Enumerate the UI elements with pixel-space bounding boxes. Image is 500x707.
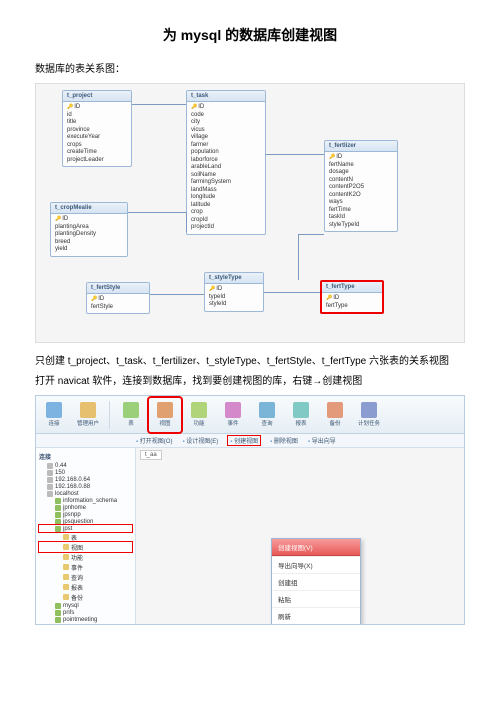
navicat-window: 连接 管理用户 表 视图 功能 事件 查询 报表 备份 计划任务 打开视图(O)…: [35, 395, 465, 625]
context-menu: 创建视图(V) 导出向导(X) 创建组 粘贴 刷新: [271, 538, 361, 625]
entity-cropmealie: t_cropMealie IDplantingAreaplantingDensi…: [50, 202, 128, 257]
entity-fertstyle: t_fertStyle IDfertStyle: [86, 282, 150, 314]
entity-project: t_project IDidtitleprovinceexecuteYearcr…: [62, 90, 132, 167]
tb-schedule[interactable]: 计划任务: [353, 398, 385, 432]
main-tab[interactable]: t_aa: [140, 450, 162, 460]
connection-tree[interactable]: 连接 0.44150192.168.0.64192.168.0.88localh…: [36, 448, 136, 624]
tb-table[interactable]: 表: [115, 398, 147, 432]
main-toolbar: 连接 管理用户 表 视图 功能 事件 查询 报表 备份 计划任务: [36, 396, 464, 434]
tb-query[interactable]: 查询: [251, 398, 283, 432]
tb-connect[interactable]: 连接: [38, 398, 70, 432]
ctx-export[interactable]: 导出向导(X): [272, 556, 360, 573]
ctx-group[interactable]: 创建组: [272, 573, 360, 590]
entity-ferttype: t_fertType IDfertType: [320, 280, 384, 314]
sub-export[interactable]: 导出向导: [308, 436, 336, 445]
tb-event[interactable]: 事件: [217, 398, 249, 432]
tb-report[interactable]: 报表: [285, 398, 317, 432]
tb-view[interactable]: 视图: [149, 398, 181, 432]
sub-toolbar: 打开视图(O) 设计视图(E) 创建视图 删除视图 导出向导: [36, 434, 464, 448]
tb-func[interactable]: 功能: [183, 398, 215, 432]
ctx-paste[interactable]: 粘贴: [272, 590, 360, 607]
intro-text: 数据库的表关系图：: [35, 63, 465, 77]
tb-backup[interactable]: 备份: [319, 398, 351, 432]
ctx-create-view[interactable]: 创建视图(V): [272, 539, 360, 556]
entity-fertilizer: t_fertlizer IDfertNamedosagecontentNcont…: [324, 140, 398, 232]
sub-open[interactable]: 打开视图(O): [136, 436, 172, 445]
create-tables-text: 只创建 t_project、t_task、t_fertilizer、t_styl…: [35, 355, 465, 369]
page-title: 为 mysql 的数据库创建视图: [35, 25, 465, 45]
ctx-refresh[interactable]: 刷新: [272, 607, 360, 624]
er-diagram: t_project IDidtitleprovinceexecuteYearcr…: [35, 83, 465, 343]
navicat-instruction: 打开 navicat 软件，连接到数据库，找到要创建视图的库，右键→创建视图: [35, 375, 465, 389]
sub-delete[interactable]: 删除视图: [270, 436, 298, 445]
tb-users[interactable]: 管理用户: [72, 398, 104, 432]
entity-task: t_task IDcodecityvicusvillagefarmerpopul…: [186, 90, 266, 235]
sub-design[interactable]: 设计视图(E): [182, 436, 218, 445]
entity-styletype: t_styleType IDtypeIdstyleId: [204, 272, 264, 312]
main-panel: t_aa 创建视图(V) 导出向导(X) 创建组 粘贴 刷新: [136, 448, 464, 624]
sub-create[interactable]: 创建视图: [228, 436, 260, 445]
